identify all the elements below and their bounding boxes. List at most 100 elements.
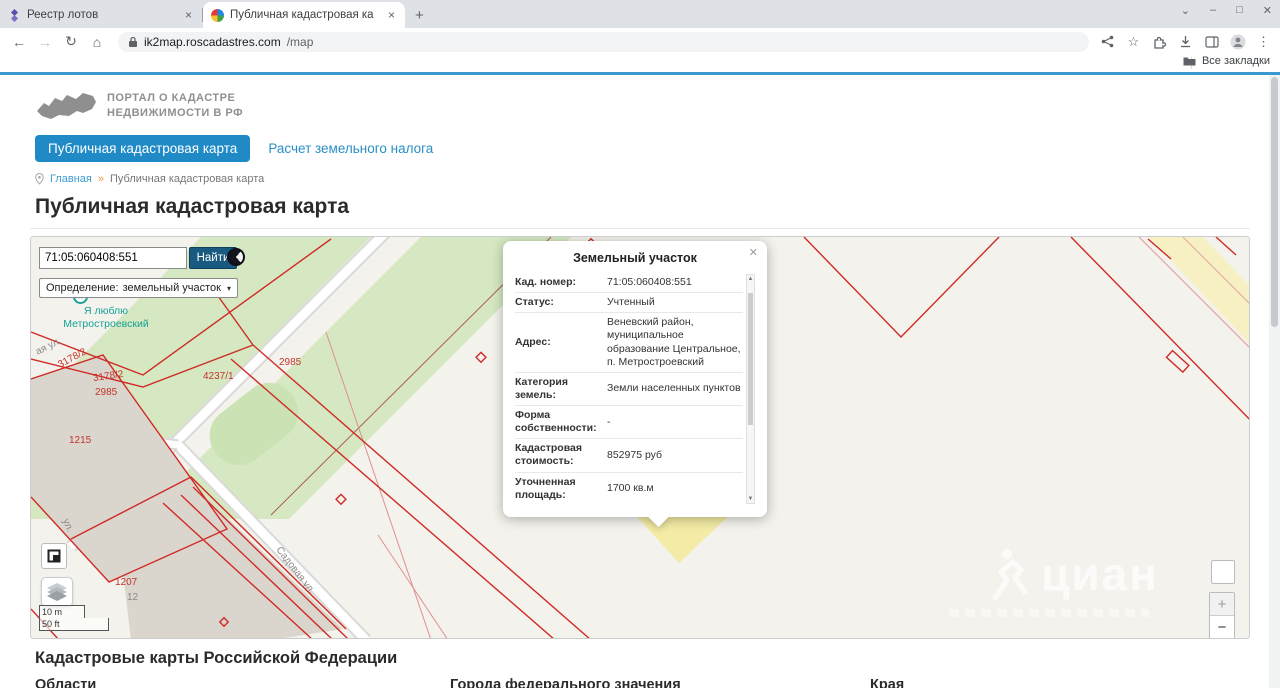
breadcrumb-current: Публичная кадастровая карта	[110, 173, 265, 185]
zoom-in-button[interactable]: +	[1210, 593, 1234, 616]
row-value: -	[607, 415, 611, 428]
tab-kadastrovaya-karta[interactable]: Публичная кадастровая ка ×	[203, 2, 405, 28]
tab-search-chevron-icon[interactable]: ⌄	[1181, 4, 1190, 17]
tab-bar: Реестр лотов × Публичная кадастровая ка …	[0, 0, 1280, 28]
star-icon[interactable]: ☆	[1125, 33, 1142, 50]
scrollbar-thumb[interactable]	[748, 293, 753, 426]
reload-icon[interactable]: ↻	[60, 33, 82, 50]
row-value: Земли населенных пунктов	[607, 382, 741, 395]
footer-column-oblasti: Области	[35, 677, 97, 688]
cian-watermark-text: циан	[1041, 548, 1159, 600]
close-icon[interactable]: ×	[386, 8, 397, 22]
row-label: Форма собственности:	[515, 409, 597, 435]
zoom-out-button[interactable]: −	[1210, 616, 1234, 638]
parcel-label: 1207	[115, 577, 138, 588]
parcel-label: 1215	[69, 435, 92, 446]
scroll-up-icon[interactable]: ▲	[747, 276, 754, 282]
all-bookmarks-label: Все закладки	[1201, 55, 1270, 67]
browser-window: Реестр лотов × Публичная кадастровая ка …	[0, 0, 1280, 688]
logo-line-2: НЕДВИЖИМОСТИ В РФ	[107, 107, 243, 119]
nav-public-map-button[interactable]: Публичная кадастровая карта	[35, 135, 251, 162]
breadcrumb-separator: »	[97, 173, 104, 185]
row-label: Кадастровая стоимость:	[515, 442, 582, 468]
filter-value: земельный участок	[122, 282, 221, 294]
footer-column-goroda: Города федерального значения	[450, 677, 681, 688]
loading-spinner-icon	[227, 248, 245, 266]
forward-icon[interactable]: →	[34, 34, 56, 50]
url-host: ik2map.roscadastres.com	[144, 34, 281, 49]
breadcrumb: Главная » Публичная кадастровая карта	[0, 162, 1280, 185]
object-type-select[interactable]: Определение: земельный участок ▾	[39, 278, 239, 298]
footer-column-kraya: Края	[870, 677, 905, 688]
cian-watermark-subline	[949, 609, 1149, 617]
map-tool-button[interactable]	[1211, 560, 1235, 584]
layers-icon	[47, 583, 67, 601]
parcel-attributes-table: Кад. номер: 71:05:060408:551 Статус: Учт…	[515, 273, 743, 505]
browser-toolbar: ← → ↻ ⌂ ik2map.roscadastres.com/map ☆ ⋮	[0, 28, 1280, 55]
close-icon[interactable]: ✕	[749, 246, 758, 259]
breadcrumb-home-link[interactable]: Главная	[50, 173, 92, 185]
minimize-button[interactable]: –	[1210, 4, 1216, 17]
row-label: Уточненная площадь:	[515, 475, 576, 501]
site-logo-text: ПОРТАЛ О КАДАСТРЕ НЕДВИЖИМОСТИ В РФ	[107, 91, 243, 121]
parcel-label: 4237/1	[203, 371, 234, 382]
new-tab-button[interactable]: +	[405, 7, 434, 28]
profile-avatar-icon[interactable]	[1229, 33, 1246, 50]
row-label: Статус:	[515, 296, 554, 309]
close-icon[interactable]: ×	[183, 8, 194, 22]
chevron-down-icon: ▾	[227, 283, 232, 293]
home-icon[interactable]: ⌂	[86, 34, 108, 50]
site-header: ПОРТАЛ О КАДАСТРЕ НЕДВИЖИМОСТИ В РФ	[0, 75, 1280, 125]
sidebar-icon[interactable]	[1203, 33, 1220, 50]
tab-title: Реестр лотов	[27, 9, 99, 21]
nav-tax-calc-link[interactable]: Расчет земельного налога	[268, 141, 433, 156]
all-bookmarks-button[interactable]: Все закладки	[1183, 55, 1270, 67]
menu-kebab-icon[interactable]: ⋮	[1255, 33, 1272, 50]
table-row: Форма собственности: -	[515, 406, 743, 440]
page-title: Публичная кадастровая карта	[35, 195, 350, 218]
row-value: 71:05:060408:551	[607, 276, 692, 288]
url-path: /map	[286, 34, 314, 49]
cadastral-search-input[interactable]	[39, 247, 187, 269]
scrollbar-thumb[interactable]	[1271, 77, 1278, 327]
site-nav: Публичная кадастровая карта Расчет земел…	[0, 125, 1280, 162]
logo-line-1: ПОРТАЛ О КАДАСТРЕ	[107, 92, 236, 105]
table-row: Категория земель: Земли населенных пункт…	[515, 373, 743, 406]
parcel-label: 2985	[279, 357, 302, 368]
page-scrollbar[interactable]	[1269, 75, 1280, 688]
table-row: Кад. номер: 71:05:060408:551	[515, 273, 743, 294]
address-bar[interactable]: ik2map.roscadastres.com/map	[118, 31, 1089, 52]
divider	[30, 228, 1250, 229]
scroll-down-icon[interactable]: ▼	[747, 496, 754, 502]
poi-label[interactable]: Я люблю Метростроевский	[41, 305, 171, 330]
russia-map-logo-icon	[37, 93, 96, 119]
share-icon[interactable]	[1099, 33, 1116, 50]
parcel-label: 2985	[95, 387, 118, 398]
scale-feet: 50 ft	[39, 618, 109, 631]
window-controls: ⌄ – □ ✕	[1181, 4, 1272, 17]
layers-button[interactable]	[41, 577, 73, 607]
row-value: 852975 руб	[607, 448, 663, 461]
tab-reestr-lotov[interactable]: Реестр лотов ×	[0, 2, 202, 28]
table-row: Кадастровая стоимость: 852975 руб	[515, 439, 743, 473]
tab-reestr-favicon-icon	[11, 8, 18, 22]
cadastral-map[interactable]: 3178/2 3178/2 2985 2985 4237/1 1215 1207…	[30, 236, 1250, 639]
scale-meters: 10 m	[39, 605, 85, 618]
back-icon[interactable]: ←	[8, 34, 30, 50]
zoom-control: + −	[1209, 592, 1235, 638]
bookmarks-bar: Все закладки	[0, 55, 1280, 72]
pin-icon	[35, 173, 44, 185]
row-value: Учтенный	[607, 296, 655, 309]
maximize-button[interactable]: □	[1236, 4, 1243, 17]
popup-title: Земельный участок	[573, 251, 697, 265]
extensions-icon[interactable]	[1151, 33, 1168, 50]
popup-scrollbar[interactable]: ▲ ▼	[746, 274, 755, 504]
row-label: Кад. номер:	[515, 276, 577, 288]
frame-icon	[47, 549, 61, 563]
extent-tool-button[interactable]	[41, 543, 67, 569]
table-row: Уточненная площадь: 1700 кв.м	[515, 473, 743, 505]
download-icon[interactable]	[1177, 33, 1194, 50]
filter-label: Определение:	[46, 282, 119, 294]
row-label: Адрес:	[515, 335, 551, 348]
close-button[interactable]: ✕	[1263, 4, 1272, 17]
